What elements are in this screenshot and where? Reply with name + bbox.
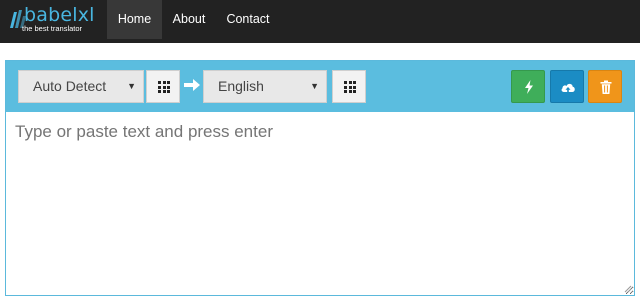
brand-tagline: the best translator: [22, 24, 83, 33]
brand-name: babelxl: [24, 4, 95, 26]
target-language-value: English: [218, 78, 264, 94]
chevron-down-icon: ▼: [310, 81, 319, 91]
resize-handle-icon[interactable]: [624, 285, 632, 293]
nav-contact[interactable]: Contact: [220, 0, 276, 39]
lightning-icon: [525, 80, 533, 94]
trash-icon: [600, 80, 612, 94]
translate-button[interactable]: [511, 70, 545, 103]
source-language-value: Auto Detect: [33, 78, 107, 94]
source-text-input[interactable]: [6, 112, 634, 295]
target-language-select[interactable]: English ▼: [203, 70, 327, 103]
upload-button[interactable]: [550, 70, 584, 103]
arrow-right-icon: [184, 79, 200, 91]
cloud-upload-icon: [561, 83, 575, 93]
grid-icon: [158, 81, 170, 93]
clear-button[interactable]: [588, 70, 622, 103]
translator-toolbar: Auto Detect ▼ English ▼: [6, 61, 634, 112]
source-language-select[interactable]: Auto Detect ▼: [18, 70, 144, 103]
translator-panel: Auto Detect ▼ English ▼: [5, 60, 635, 296]
nav-about[interactable]: About: [165, 0, 213, 39]
grid-icon: [344, 81, 356, 93]
navbar: babelxl the best translator Home About C…: [0, 0, 640, 43]
brand-logo[interactable]: babelxl the best translator: [8, 5, 94, 37]
source-language-grid-button[interactable]: [146, 70, 180, 103]
target-language-grid-button[interactable]: [332, 70, 366, 103]
chevron-down-icon: ▼: [127, 81, 136, 91]
nav-home[interactable]: Home: [107, 0, 162, 39]
